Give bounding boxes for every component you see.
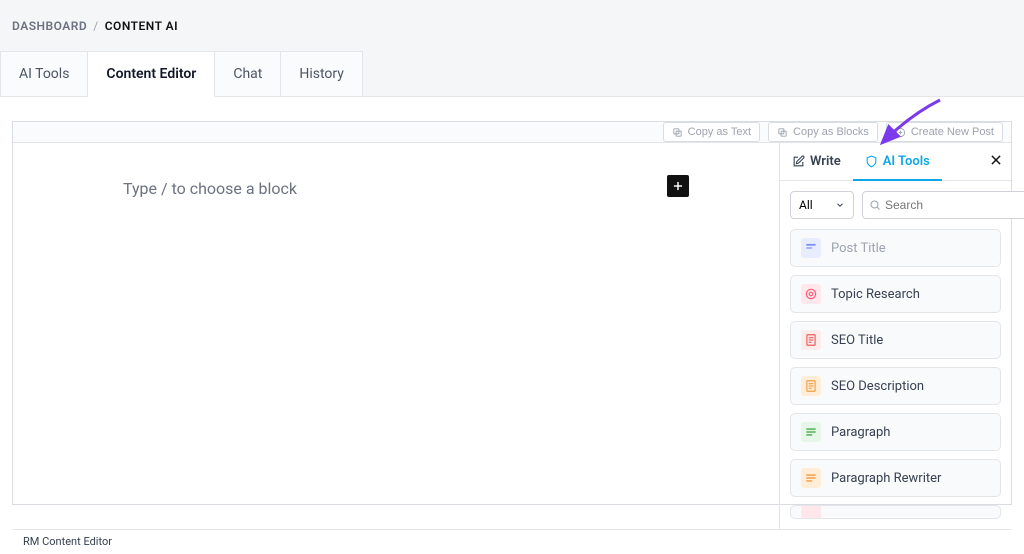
filter-select[interactable]: All [790,191,854,219]
copy-icon [672,127,683,138]
tool-icon [801,505,821,519]
write-tab-label: Write [810,154,841,169]
ai-tools-tab[interactable]: AI Tools [853,144,942,181]
block-placeholder: Type / to choose a block [123,179,297,198]
tool-item[interactable]: Topic Research [790,275,1001,313]
write-tab[interactable]: Write [780,143,853,180]
tab-content-editor[interactable]: Content Editor [88,51,215,97]
filter-value: All [799,198,813,212]
main-tabs: AI Tools Content Editor Chat History [0,51,1024,97]
ai-tools-tab-label: AI Tools [883,154,930,169]
close-icon [989,153,1003,167]
tool-label: Topic Research [831,287,920,302]
breadcrumb-root[interactable]: DASHBOARD [12,19,87,33]
tool-label: Post Title [831,241,886,256]
create-new-post-label: Create New Post [911,126,994,138]
side-panel-tabs: Write AI Tools [780,143,1011,181]
tab-history[interactable]: History [281,51,363,96]
plus-circle-icon [895,127,906,138]
tool-item[interactable] [790,505,1001,519]
chevron-down-icon [835,200,845,210]
tool-item[interactable]: Post Title [790,229,1001,267]
copy-as-blocks-button[interactable]: Copy as Blocks [768,122,878,142]
breadcrumb: DASHBOARD / CONTENT AI [0,0,1024,52]
copy-icon [777,127,788,138]
close-panel-button[interactable] [989,152,1003,171]
breadcrumb-current: CONTENT AI [105,19,178,33]
ai-tools-panel: Write AI Tools All / [779,143,1011,529]
tool-item[interactable]: Paragraph Rewriter [790,459,1001,497]
add-block-button[interactable] [667,175,689,197]
tool-icon [801,330,821,350]
tool-label: SEO Description [831,379,924,394]
copy-as-text-label: Copy as Text [688,126,751,138]
tool-icon [801,422,821,442]
search-icon [869,199,881,211]
copy-as-text-button[interactable]: Copy as Text [663,122,760,142]
search-input[interactable] [881,198,1024,212]
tool-icon [801,468,821,488]
edit-icon [792,155,805,168]
tool-item[interactable]: SEO Description [790,367,1001,405]
create-new-post-button[interactable]: Create New Post [886,122,1003,142]
tab-ai-tools[interactable]: AI Tools [0,51,88,96]
tool-icon [801,238,821,258]
content-area[interactable]: Type / to choose a block [13,143,779,529]
editor-footer: RM Content Editor [13,529,1011,553]
tool-icon [801,284,821,304]
tool-icon [801,376,821,396]
editor-card: Copy as Text Copy as Blocks Create New P… [12,121,1012,505]
tool-label: SEO Title [831,333,883,348]
search-input-wrap[interactable]: / [862,191,1024,219]
plus-icon [671,179,685,193]
side-controls: All / [780,181,1011,229]
breadcrumb-separator: / [93,19,98,33]
editor-body: Type / to choose a block Write AI Tools [13,143,1011,529]
editor-toolbar: Copy as Text Copy as Blocks Create New P… [13,122,1011,143]
tool-item[interactable]: Paragraph [790,413,1001,451]
tool-item[interactable]: SEO Title [790,321,1001,359]
tab-chat[interactable]: Chat [215,51,281,96]
tool-label: Paragraph [831,425,890,440]
shield-icon [865,155,878,168]
tool-label: Paragraph Rewriter [831,471,941,486]
tool-list: Post Title Topic Research SEO Title SEO Des… [780,229,1011,529]
copy-as-blocks-label: Copy as Blocks [793,126,869,138]
